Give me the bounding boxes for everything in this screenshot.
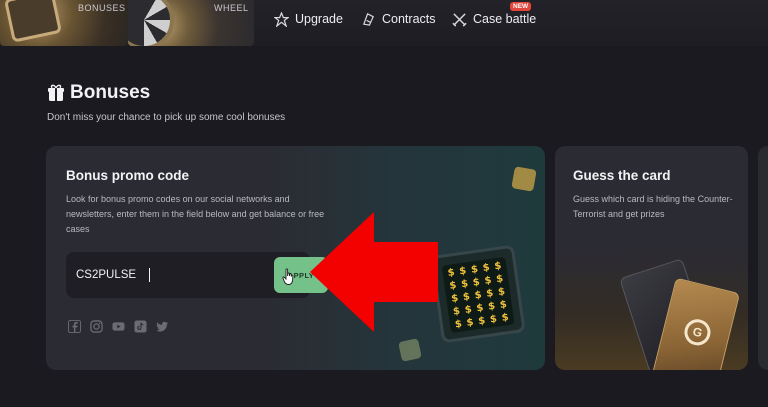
promo-code-field: APPLY [66, 252, 328, 298]
tiktok-icon[interactable] [134, 320, 147, 333]
gift-icon [3, 0, 63, 43]
bonuses-thumbnail[interactable]: BONUSES [0, 0, 128, 46]
page-title-text: Bonuses [70, 82, 151, 103]
instagram-icon[interactable] [90, 320, 103, 333]
nav-item-upgrade[interactable]: Upgrade [274, 0, 343, 38]
page-subtitle: Don't miss your chance to pick up some c… [47, 112, 286, 123]
floating-gift-icon [511, 166, 537, 192]
promo-code-input[interactable] [76, 265, 236, 285]
bonuses-thumbnail-label: BONUSES [78, 3, 126, 13]
guess-the-card-card[interactable]: Guess the card Guess which card is hidin… [555, 146, 748, 370]
social-links [68, 320, 169, 333]
promo-card-title: Bonus promo code [66, 168, 190, 183]
text-caret [149, 268, 150, 282]
crossed-swords-icon [452, 12, 467, 27]
twitter-icon[interactable] [156, 320, 169, 333]
slot-machine-illustration: $ $ $ $ $ $ $ $ $ $ $ $ $ $ $ $ $ $ $ $ $ $ $ $ $ [430, 244, 526, 344]
wheel-thumbnail[interactable]: WHEEL [128, 0, 254, 46]
gift-icon [48, 84, 64, 101]
guess-card-description: Guess which card is hiding the Counter-T… [573, 194, 733, 219]
promo-card-description: Look for bonus promo codes on our social… [66, 194, 325, 234]
slot-screen: $ $ $ $ $ $ $ $ $ $ $ $ $ $ $ $ $ $ $ $ $ $ $ $ $ [441, 256, 515, 334]
hand-cursor-icon [282, 268, 294, 285]
floating-gift-icon [398, 338, 422, 362]
nav-item-contracts-label: Contracts [382, 12, 436, 26]
next-card-edge [758, 146, 768, 370]
upgrade-icon [274, 11, 289, 27]
nav-item-upgrade-label: Upgrade [295, 12, 343, 26]
contracts-icon [362, 12, 374, 26]
nav-item-case-battle-label: Case battle [473, 12, 537, 26]
card-logo-icon: G [681, 316, 714, 349]
new-badge: NEW [510, 2, 532, 11]
nav-item-contracts[interactable]: Contracts [361, 0, 436, 38]
wheel-thumbnail-label: WHEEL [214, 3, 249, 13]
red-arrow-annotation [310, 212, 438, 332]
guess-card-title: Guess the card [573, 168, 671, 183]
page-title: Bonuses [48, 82, 150, 104]
facebook-icon[interactable] [68, 320, 81, 333]
top-navigation: BONUSES WHEEL Upgrade Contracts Case bat… [0, 0, 768, 46]
wheel-icon [128, 0, 174, 46]
youtube-icon[interactable] [112, 320, 125, 333]
